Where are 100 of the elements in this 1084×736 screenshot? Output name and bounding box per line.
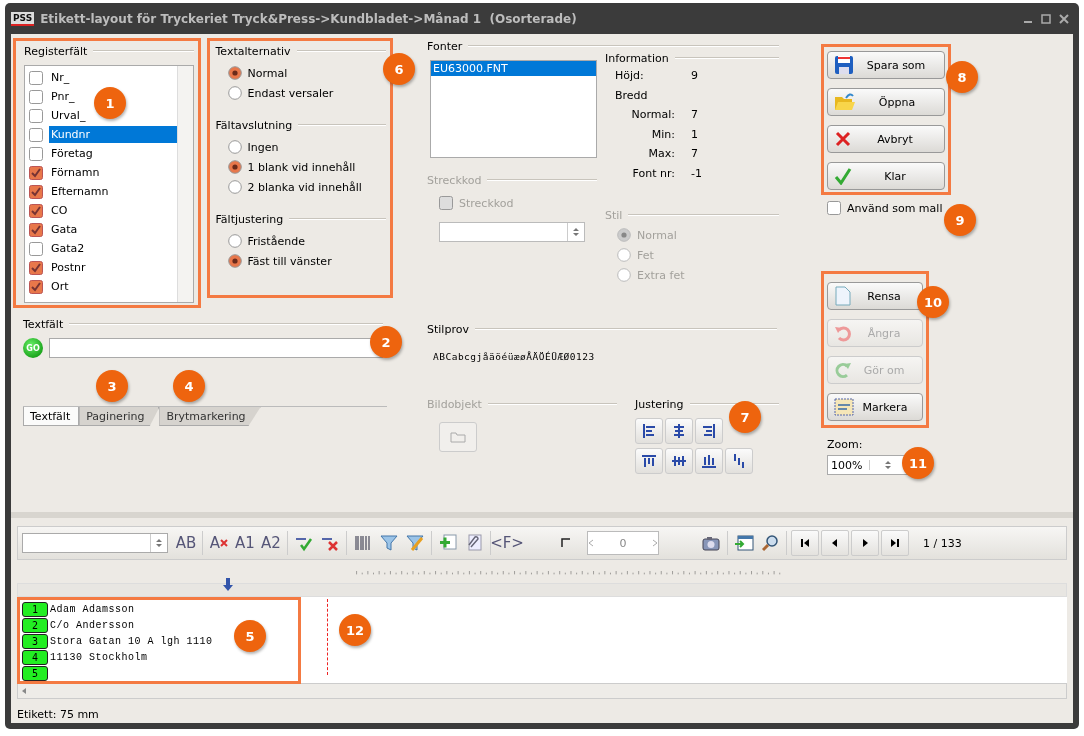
skip-forward-icon: [890, 538, 900, 548]
option-label: Extra fet: [637, 268, 685, 282]
align-icon: [671, 453, 687, 469]
skip-back-icon: [800, 538, 810, 548]
align-button[interactable]: [725, 448, 753, 474]
label-line: 11130 Stockholm: [50, 651, 148, 663]
tab[interactable]: Paginering: [79, 407, 160, 426]
radio-button[interactable]: [227, 254, 242, 268]
checkbox[interactable]: [29, 184, 43, 199]
list-item[interactable]: Förnamn: [49, 164, 102, 181]
list-item[interactable]: Företag: [49, 145, 95, 162]
radio-button[interactable]: [227, 66, 242, 80]
spin-field[interactable]: [439, 222, 585, 242]
list-item[interactable]: EU63000.FNT: [431, 61, 596, 76]
checkbox[interactable]: [827, 201, 841, 215]
add-page-icon[interactable]: [439, 534, 457, 552]
scrollbar[interactable]: [17, 683, 1067, 699]
list-item[interactable]: Efternamn: [49, 183, 111, 200]
radio-button[interactable]: [227, 160, 242, 174]
next-button[interactable]: [851, 530, 879, 556]
radio-button[interactable]: [227, 180, 242, 194]
toolbar-button[interactable]: AB: [174, 531, 198, 555]
list-item[interactable]: Pnr_: [49, 88, 77, 105]
align-button[interactable]: [635, 448, 663, 474]
tab[interactable]: Textfält: [23, 407, 80, 426]
checkbox[interactable]: [29, 146, 43, 161]
maximize-icon[interactable]: [1041, 13, 1051, 24]
list-item[interactable]: Gata2: [49, 240, 87, 257]
zoom-field[interactable]: 100%: [827, 455, 908, 475]
checkbox[interactable]: [29, 108, 43, 123]
search-icon[interactable]: [761, 534, 779, 552]
checkbox[interactable]: [29, 89, 43, 104]
action-button[interactable]: Öppna: [827, 88, 945, 116]
action-button[interactable]: Markera: [827, 393, 923, 421]
radio-button[interactable]: [227, 234, 242, 248]
checkbox[interactable]: [29, 165, 43, 180]
action-button[interactable]: Rensa: [827, 282, 923, 310]
filter-pencil-icon[interactable]: [406, 534, 424, 552]
font-combo[interactable]: [22, 533, 168, 553]
checkbox[interactable]: [29, 241, 43, 256]
scrollbar[interactable]: [176, 66, 193, 302]
checkbox[interactable]: [29, 127, 43, 142]
toolbar-button[interactable]: A2: [259, 531, 283, 555]
spin-arrows-icon[interactable]: [155, 538, 163, 548]
align-button[interactable]: [695, 448, 723, 474]
triangle-left-icon: [830, 538, 840, 548]
list-item[interactable]: CO: [49, 202, 70, 219]
camera-icon[interactable]: [701, 534, 721, 552]
align-button[interactable]: [635, 418, 663, 444]
position-marker-icon[interactable]: [223, 578, 233, 592]
clear-format-button[interactable]: A: [207, 531, 231, 555]
paperclip-icon[interactable]: [465, 534, 483, 552]
last-page-button[interactable]: [881, 530, 909, 556]
barcode-icon[interactable]: [354, 534, 372, 552]
list-item[interactable]: Ort: [49, 278, 71, 295]
checkbox[interactable]: [29, 279, 43, 294]
checkbox[interactable]: [29, 260, 43, 275]
align-icon: [671, 423, 687, 439]
checkbox[interactable]: [29, 70, 43, 85]
align-button[interactable]: [665, 418, 693, 444]
line-number: 1: [22, 601, 48, 617]
list-item[interactable]: Gata: [49, 221, 80, 238]
close-icon: [834, 130, 852, 148]
group-title: Stil: [605, 208, 623, 222]
toolbar-button[interactable]: A1: [233, 531, 257, 555]
checkbox[interactable]: [29, 222, 43, 237]
checkbox[interactable]: [29, 203, 43, 218]
radio-button[interactable]: [227, 86, 242, 100]
first-page-button[interactable]: [791, 530, 819, 556]
spin-arrows-icon[interactable]: [884, 460, 893, 470]
action-button[interactable]: Avbryt: [827, 125, 945, 153]
align-icon: [641, 423, 657, 439]
radio-button[interactable]: [227, 140, 242, 154]
close-icon[interactable]: [1059, 13, 1069, 24]
action-button[interactable]: Klar: [827, 162, 945, 190]
option-label: Fet: [637, 248, 654, 262]
page-indicator: 1 / 133: [923, 536, 962, 550]
group-title: Stilprov: [427, 322, 469, 336]
action-button[interactable]: Spara som: [827, 51, 945, 79]
scroll-left-icon[interactable]: [22, 688, 26, 694]
info-value: -1: [691, 166, 703, 180]
input-field[interactable]: [49, 338, 383, 358]
align-button[interactable]: [665, 448, 693, 474]
list-item[interactable]: Postnr: [49, 259, 88, 276]
list-item[interactable]: Kundnr: [49, 126, 177, 143]
list-item[interactable]: Nr_: [49, 69, 72, 86]
selection-icon: [834, 398, 854, 416]
folder-icon: [834, 92, 856, 112]
filter-icon[interactable]: [380, 534, 398, 552]
window-title: Etikett-layout för Tryckeriet Tryck&Press->Kundbladet->Månad 1 (Osorterade): [40, 11, 578, 26]
line-number: 3: [22, 633, 48, 649]
group-title: Bildobjekt: [427, 397, 482, 411]
align-button[interactable]: [695, 418, 723, 444]
spin-arrows-icon[interactable]: [572, 227, 580, 237]
list-item[interactable]: Urval_: [49, 107, 88, 124]
line-number: 5: [22, 665, 48, 681]
undo-icon: [834, 324, 852, 342]
app-logo: PSS: [11, 11, 35, 26]
tab[interactable]: Brytmarkering: [159, 407, 261, 426]
previous-button[interactable]: [821, 530, 849, 556]
